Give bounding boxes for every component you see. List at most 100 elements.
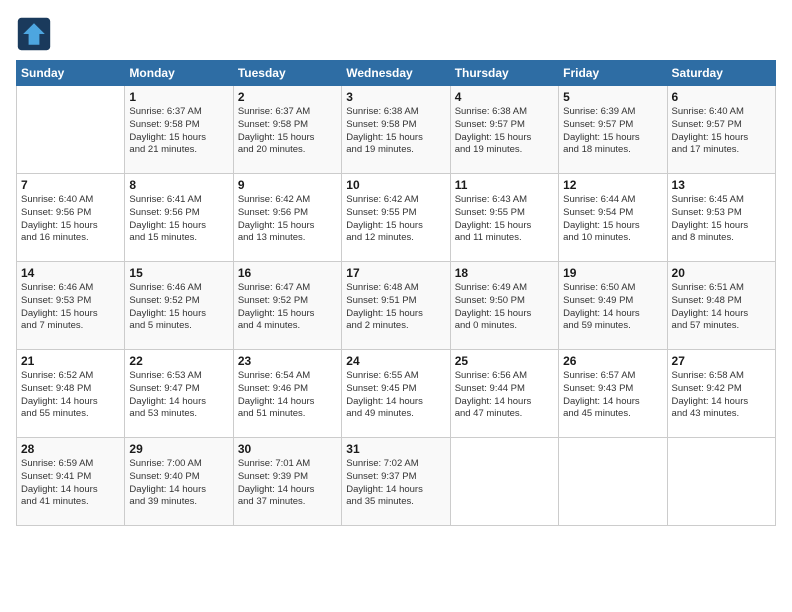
day-number: 15 (129, 266, 228, 280)
day-number: 31 (346, 442, 445, 456)
calendar-day-cell: 11Sunrise: 6:43 AM Sunset: 9:55 PM Dayli… (450, 174, 558, 262)
weekday-header-cell: Thursday (450, 61, 558, 86)
day-content: Sunrise: 6:48 AM Sunset: 9:51 PM Dayligh… (346, 282, 445, 333)
day-number: 25 (455, 354, 554, 368)
day-content: Sunrise: 6:40 AM Sunset: 9:56 PM Dayligh… (21, 194, 120, 245)
weekday-header-row: SundayMondayTuesdayWednesdayThursdayFrid… (17, 61, 776, 86)
calendar-day-cell: 9 Sunrise: 6:42 AM Sunset: 9:56 PM Daylig… (233, 174, 341, 262)
calendar-day-cell: 5Sunrise: 6:39 AM Sunset: 9:57 PM Daylig… (559, 86, 667, 174)
calendar-day-cell: 2 Sunrise: 6:37 AM Sunset: 9:58 PM Daylig… (233, 86, 341, 174)
calendar-day-cell: 29 Sunrise: 7:00 AM Sunset: 9:40 PM Dayli… (125, 438, 233, 526)
day-content: Sunrise: 6:47 AM Sunset: 9:52 PM Dayligh… (238, 282, 337, 333)
calendar-day-cell: 15 Sunrise: 6:46 AM Sunset: 9:52 PM Dayli… (125, 262, 233, 350)
calendar-day-cell: 7Sunrise: 6:40 AM Sunset: 9:56 PM Daylig… (17, 174, 125, 262)
day-content: Sunrise: 6:54 AM Sunset: 9:46 PM Dayligh… (238, 370, 337, 421)
day-content: Sunrise: 6:56 AM Sunset: 9:44 PM Dayligh… (455, 370, 554, 421)
day-content: Sunrise: 6:38 AM Sunset: 9:58 PM Dayligh… (346, 106, 445, 157)
calendar-day-cell (17, 86, 125, 174)
day-content: Sunrise: 6:41 AM Sunset: 9:56 PM Dayligh… (129, 194, 228, 245)
logo-icon (16, 16, 52, 52)
calendar-day-cell: 27 Sunrise: 6:58 AM Sunset: 9:42 PM Dayli… (667, 350, 775, 438)
calendar-week-row: 7Sunrise: 6:40 AM Sunset: 9:56 PM Daylig… (17, 174, 776, 262)
calendar-day-cell: 17 Sunrise: 6:48 AM Sunset: 9:51 PM Dayli… (342, 262, 450, 350)
day-content: Sunrise: 7:00 AM Sunset: 9:40 PM Dayligh… (129, 458, 228, 509)
calendar-day-cell: 12Sunrise: 6:44 AM Sunset: 9:54 PM Dayli… (559, 174, 667, 262)
day-number: 24 (346, 354, 445, 368)
day-content: Sunrise: 6:51 AM Sunset: 9:48 PM Dayligh… (672, 282, 771, 333)
day-content: Sunrise: 6:53 AM Sunset: 9:47 PM Dayligh… (129, 370, 228, 421)
weekday-header-cell: Tuesday (233, 61, 341, 86)
day-number: 16 (238, 266, 337, 280)
calendar-day-cell: 25 Sunrise: 6:56 AM Sunset: 9:44 PM Dayli… (450, 350, 558, 438)
day-content: Sunrise: 6:49 AM Sunset: 9:50 PM Dayligh… (455, 282, 554, 333)
page-header (16, 16, 776, 52)
day-number: 29 (129, 442, 228, 456)
calendar-day-cell: 13 Sunrise: 6:45 AM Sunset: 9:53 PM Dayli… (667, 174, 775, 262)
weekday-header-cell: Sunday (17, 61, 125, 86)
day-number: 17 (346, 266, 445, 280)
day-number: 18 (455, 266, 554, 280)
calendar-body: 1 Sunrise: 6:37 AM Sunset: 9:58 PM Daylig… (17, 86, 776, 526)
day-content: Sunrise: 6:42 AM Sunset: 9:55 PM Dayligh… (346, 194, 445, 245)
calendar-day-cell: 19 Sunrise: 6:50 AM Sunset: 9:49 PM Dayli… (559, 262, 667, 350)
calendar-week-row: 1 Sunrise: 6:37 AM Sunset: 9:58 PM Daylig… (17, 86, 776, 174)
calendar-day-cell: 3 Sunrise: 6:38 AM Sunset: 9:58 PM Daylig… (342, 86, 450, 174)
calendar-day-cell: 22 Sunrise: 6:53 AM Sunset: 9:47 PM Dayli… (125, 350, 233, 438)
calendar-day-cell: 1 Sunrise: 6:37 AM Sunset: 9:58 PM Daylig… (125, 86, 233, 174)
calendar-day-cell: 8 Sunrise: 6:41 AM Sunset: 9:56 PM Daylig… (125, 174, 233, 262)
day-content: Sunrise: 6:55 AM Sunset: 9:45 PM Dayligh… (346, 370, 445, 421)
day-number: 14 (21, 266, 120, 280)
calendar-day-cell: 26 Sunrise: 6:57 AM Sunset: 9:43 PM Dayli… (559, 350, 667, 438)
calendar-week-row: 21Sunrise: 6:52 AM Sunset: 9:48 PM Dayli… (17, 350, 776, 438)
day-content: Sunrise: 6:43 AM Sunset: 9:55 PM Dayligh… (455, 194, 554, 245)
day-content: Sunrise: 6:37 AM Sunset: 9:58 PM Dayligh… (238, 106, 337, 157)
weekday-header-cell: Saturday (667, 61, 775, 86)
day-content: Sunrise: 6:58 AM Sunset: 9:42 PM Dayligh… (672, 370, 771, 421)
day-number: 26 (563, 354, 662, 368)
calendar-day-cell: 21Sunrise: 6:52 AM Sunset: 9:48 PM Dayli… (17, 350, 125, 438)
day-number: 19 (563, 266, 662, 280)
day-number: 28 (21, 442, 120, 456)
day-content: Sunrise: 6:50 AM Sunset: 9:49 PM Dayligh… (563, 282, 662, 333)
calendar-week-row: 28 Sunrise: 6:59 AM Sunset: 9:41 PM Dayli… (17, 438, 776, 526)
calendar-day-cell (559, 438, 667, 526)
calendar-day-cell: 16 Sunrise: 6:47 AM Sunset: 9:52 PM Dayli… (233, 262, 341, 350)
day-number: 9 (238, 178, 337, 192)
calendar-day-cell: 20 Sunrise: 6:51 AM Sunset: 9:48 PM Dayli… (667, 262, 775, 350)
calendar-day-cell: 30Sunrise: 7:01 AM Sunset: 9:39 PM Dayli… (233, 438, 341, 526)
day-number: 27 (672, 354, 771, 368)
day-content: Sunrise: 6:57 AM Sunset: 9:43 PM Dayligh… (563, 370, 662, 421)
day-number: 10 (346, 178, 445, 192)
day-number: 2 (238, 90, 337, 104)
calendar-day-cell: 28 Sunrise: 6:59 AM Sunset: 9:41 PM Dayli… (17, 438, 125, 526)
calendar-table: SundayMondayTuesdayWednesdayThursdayFrid… (16, 60, 776, 526)
calendar-day-cell: 10 Sunrise: 6:42 AM Sunset: 9:55 PM Dayli… (342, 174, 450, 262)
day-number: 21 (21, 354, 120, 368)
day-content: Sunrise: 7:01 AM Sunset: 9:39 PM Dayligh… (238, 458, 337, 509)
weekday-header-cell: Wednesday (342, 61, 450, 86)
calendar-day-cell: 14 Sunrise: 6:46 AM Sunset: 9:53 PM Dayli… (17, 262, 125, 350)
day-content: Sunrise: 6:46 AM Sunset: 9:52 PM Dayligh… (129, 282, 228, 333)
calendar-day-cell: 31Sunrise: 7:02 AM Sunset: 9:37 PM Dayli… (342, 438, 450, 526)
day-content: Sunrise: 6:46 AM Sunset: 9:53 PM Dayligh… (21, 282, 120, 333)
day-content: Sunrise: 6:59 AM Sunset: 9:41 PM Dayligh… (21, 458, 120, 509)
day-number: 22 (129, 354, 228, 368)
day-number: 3 (346, 90, 445, 104)
day-content: Sunrise: 6:40 AM Sunset: 9:57 PM Dayligh… (672, 106, 771, 157)
day-number: 1 (129, 90, 228, 104)
calendar-day-cell: 18 Sunrise: 6:49 AM Sunset: 9:50 PM Dayli… (450, 262, 558, 350)
day-number: 6 (672, 90, 771, 104)
day-content: Sunrise: 6:37 AM Sunset: 9:58 PM Dayligh… (129, 106, 228, 157)
day-number: 4 (455, 90, 554, 104)
day-number: 13 (672, 178, 771, 192)
day-content: Sunrise: 6:45 AM Sunset: 9:53 PM Dayligh… (672, 194, 771, 245)
calendar-day-cell: 4 Sunrise: 6:38 AM Sunset: 9:57 PM Daylig… (450, 86, 558, 174)
calendar-week-row: 14 Sunrise: 6:46 AM Sunset: 9:53 PM Dayli… (17, 262, 776, 350)
day-content: Sunrise: 6:38 AM Sunset: 9:57 PM Dayligh… (455, 106, 554, 157)
day-number: 8 (129, 178, 228, 192)
day-content: Sunrise: 6:42 AM Sunset: 9:56 PM Dayligh… (238, 194, 337, 245)
calendar-day-cell (450, 438, 558, 526)
calendar-day-cell: 6 Sunrise: 6:40 AM Sunset: 9:57 PM Daylig… (667, 86, 775, 174)
day-number: 20 (672, 266, 771, 280)
day-number: 23 (238, 354, 337, 368)
